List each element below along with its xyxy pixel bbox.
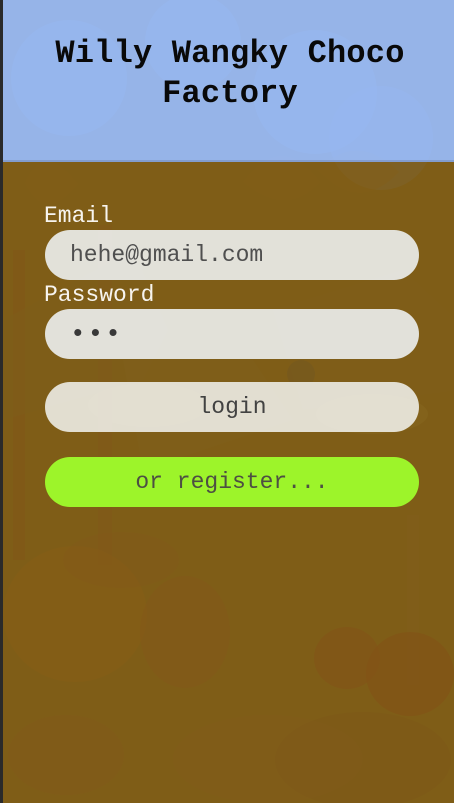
login-button[interactable]: login <box>45 382 419 432</box>
email-label: Email <box>44 203 114 229</box>
page-title: Willy Wangky Choco Factory <box>55 35 405 112</box>
password-field[interactable]: ••• <box>45 309 419 359</box>
email-field[interactable] <box>45 230 419 280</box>
app-frame: Willy Wangky Choco Factory Email Passwor… <box>0 0 454 803</box>
register-button[interactable]: or register... <box>45 457 419 507</box>
login-form-area: Email Password ••• login or register... <box>3 162 454 803</box>
page-header: Willy Wangky Choco Factory <box>3 0 454 162</box>
password-label: Password <box>44 282 155 308</box>
